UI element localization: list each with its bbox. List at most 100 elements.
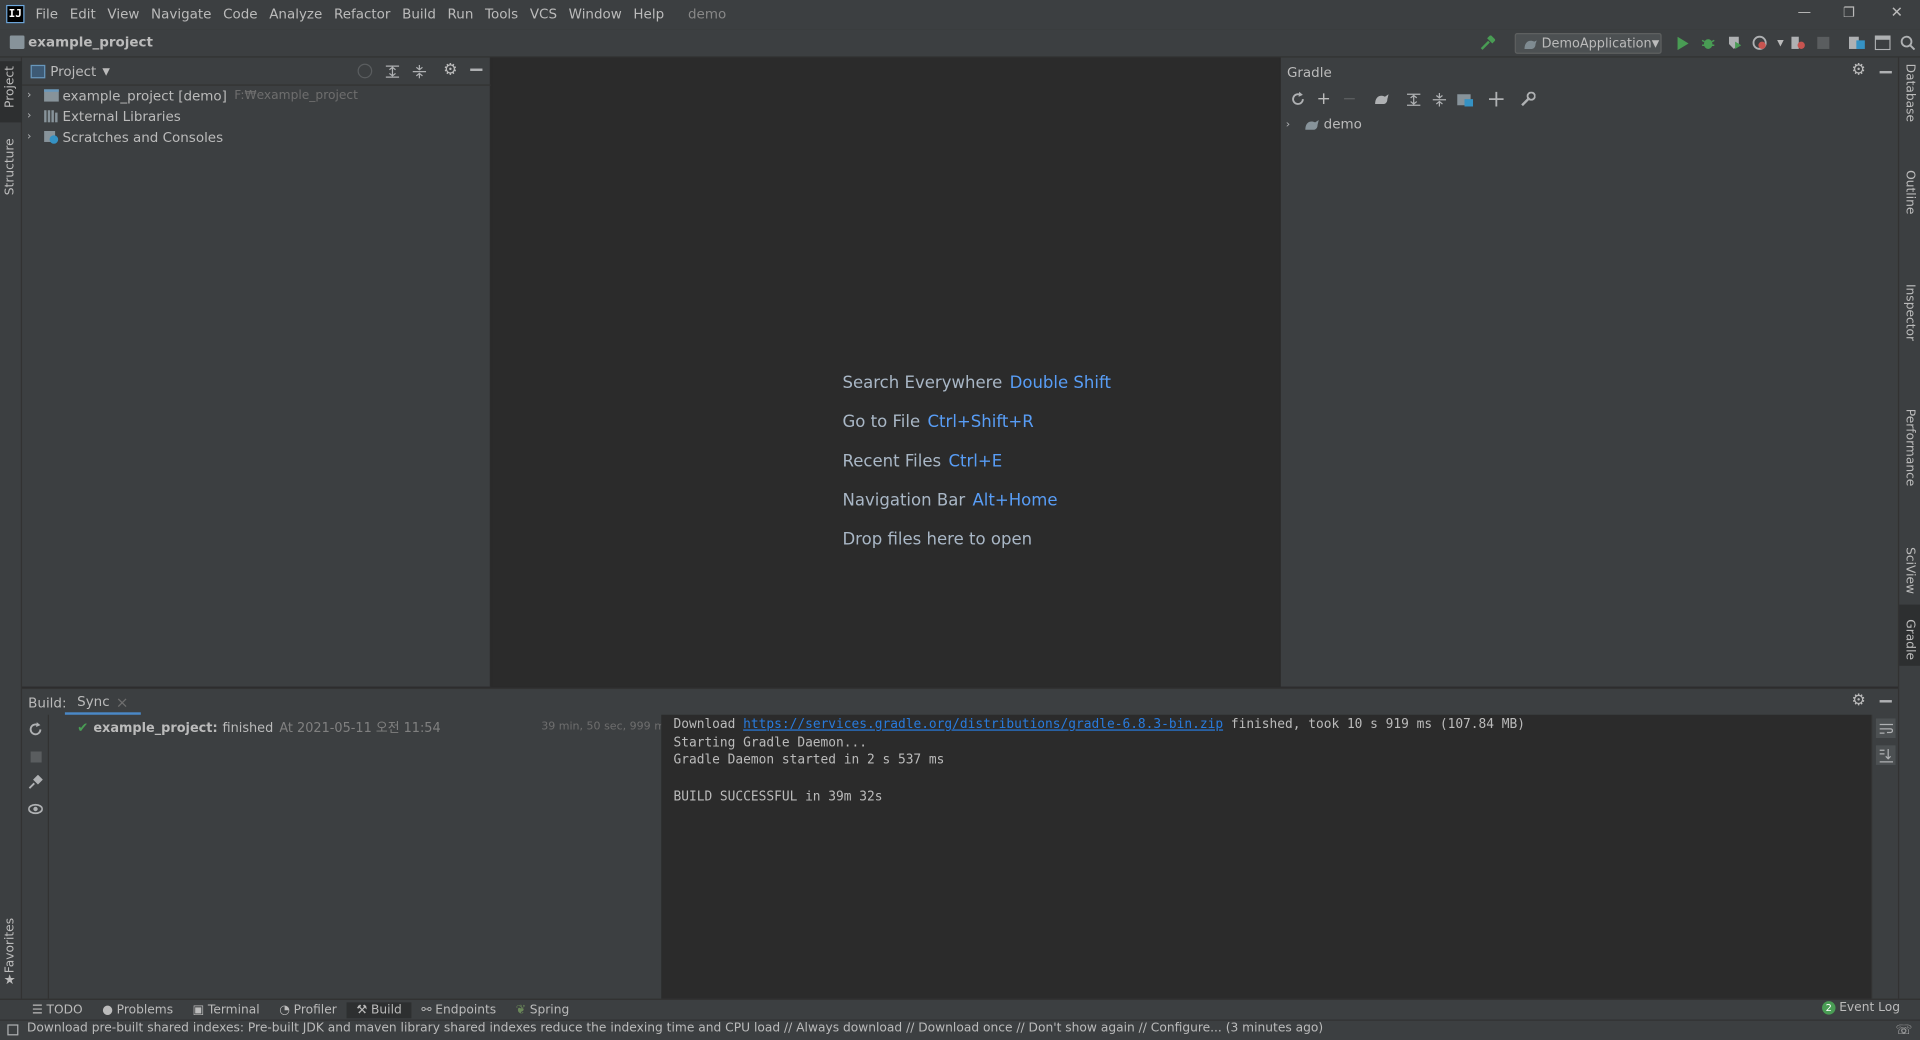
tree-item-scratches[interactable]: › Scratches and Consoles xyxy=(27,127,223,147)
expand-all-icon[interactable] xyxy=(384,64,399,79)
star-icon: ★ xyxy=(3,971,16,988)
hide-panel-icon[interactable] xyxy=(1879,70,1892,73)
chevron-right-icon[interactable]: › xyxy=(27,131,44,143)
locate-icon[interactable] xyxy=(357,63,373,79)
build-result-time: At 2021-05-11 오전 11:54 xyxy=(279,720,441,736)
menu-help[interactable]: Help xyxy=(633,6,664,22)
menu-code[interactable]: Code xyxy=(223,6,257,22)
notifications-icon[interactable]: ☏ xyxy=(1896,1022,1913,1038)
tool-tab-terminal[interactable]: ▣ Terminal xyxy=(193,1003,260,1016)
tool-tab-spring[interactable]: ❦ Spring xyxy=(516,1003,569,1016)
gear-icon[interactable]: ⚙ xyxy=(1851,61,1865,79)
close-window-button[interactable]: ✕ xyxy=(1891,4,1903,21)
run-config-select[interactable]: DemoApplication ▼ xyxy=(1514,33,1662,54)
tool-tab-todo[interactable]: ☰ TODO xyxy=(32,1003,83,1016)
tab-sync[interactable]: Sync × xyxy=(64,692,141,715)
expand-all-icon[interactable] xyxy=(1403,91,1423,108)
run-icon[interactable] xyxy=(1673,33,1693,53)
restore-button[interactable]: ❐ xyxy=(1843,5,1855,21)
chevron-right-icon[interactable]: › xyxy=(1286,118,1303,130)
profile-icon[interactable] xyxy=(1750,33,1770,53)
project-view-selector[interactable]: Project ▼ xyxy=(30,64,110,80)
chevron-right-icon[interactable]: › xyxy=(27,110,44,122)
stripe-structure-button[interactable]: Structure xyxy=(0,133,22,200)
menu-tools[interactable]: Tools xyxy=(485,6,518,22)
eye-icon[interactable] xyxy=(28,802,43,817)
status-message[interactable]: Download pre-built shared indexes: Pre-b… xyxy=(27,1022,1323,1035)
navigation-bar: example_project DemoApplication ▼ ▼ xyxy=(0,29,1920,58)
menu-bar: IJ File Edit View Navigate Code Analyze … xyxy=(0,0,1920,30)
collapse-all-icon[interactable] xyxy=(1429,91,1449,108)
wrench-icon[interactable] xyxy=(1518,91,1538,108)
stripe-gradle-button[interactable]: Gradle xyxy=(1899,604,1920,666)
gradle-download-link[interactable]: https://services.gradle.org/distribution… xyxy=(743,717,1223,732)
menu-window[interactable]: Window xyxy=(569,6,622,22)
hint-label: Recent Files xyxy=(842,451,942,472)
menu-vcs[interactable]: VCS xyxy=(530,6,557,22)
menu-file[interactable]: File xyxy=(36,6,59,22)
menu-refactor[interactable]: Refactor xyxy=(334,6,391,22)
event-log-label: Event Log xyxy=(1839,1001,1901,1015)
stripe-project-button[interactable]: Project xyxy=(0,61,23,123)
coverage-icon[interactable] xyxy=(1724,33,1744,53)
project-folder-icon[interactable] xyxy=(1455,91,1475,108)
stripe-flutter-performance-button[interactable]: Flutter Performance xyxy=(1899,394,1920,523)
reload-icon[interactable] xyxy=(1288,91,1308,108)
list-icon: ☰ xyxy=(31,1002,43,1017)
debug-icon[interactable] xyxy=(1698,33,1718,53)
stripe-flutter-outline-button[interactable]: Flutter Outline xyxy=(1899,155,1920,253)
tool-tab-label: TODO xyxy=(46,1002,83,1017)
stop-icon[interactable] xyxy=(30,751,42,763)
stop-icon[interactable] xyxy=(1813,33,1833,53)
close-tab-icon[interactable]: × xyxy=(116,693,129,711)
soft-wrap-icon[interactable] xyxy=(1875,718,1896,739)
tool-tab-build[interactable]: ⚒ Build xyxy=(346,1001,412,1018)
bottom-tool-tabs: ☰ TODO ● Problems ▣ Terminal ◔ Profiler ⚒ Bui… xyxy=(0,998,1920,1020)
minimize-button[interactable]: — xyxy=(1798,4,1811,20)
menu-run[interactable]: Run xyxy=(448,6,474,22)
stripe-favorites-button[interactable]: Favorites ★ xyxy=(0,918,22,989)
gradle-tree-demo[interactable]: › demo xyxy=(1286,116,1362,132)
reload-icon[interactable] xyxy=(28,722,43,737)
search-icon[interactable] xyxy=(1898,33,1918,53)
hide-panel-icon[interactable] xyxy=(1879,700,1892,702)
layout-icon[interactable] xyxy=(1872,33,1892,53)
tree-item-example-project[interactable]: › example_project [demo] F:₩example_proj… xyxy=(27,86,358,106)
menu-edit[interactable]: Edit xyxy=(70,6,96,22)
gear-icon[interactable]: ⚙ xyxy=(443,61,457,79)
gear-icon[interactable]: ⚙ xyxy=(1851,692,1865,710)
breadcrumb[interactable]: example_project xyxy=(9,34,153,50)
tree-item-external-libraries[interactable]: › External Libraries xyxy=(27,106,181,126)
execute-task-icon[interactable] xyxy=(1371,91,1391,108)
collapse-all-icon[interactable] xyxy=(411,64,426,79)
window-project-name: demo xyxy=(687,6,727,23)
hide-panel-icon[interactable] xyxy=(470,68,483,71)
tool-tab-profiler[interactable]: ◔ Profiler xyxy=(279,1003,336,1016)
stripe-sciview-button[interactable]: SciView xyxy=(1899,535,1920,596)
menu-analyze[interactable]: Analyze xyxy=(269,6,322,22)
menu-build[interactable]: Build xyxy=(402,6,436,22)
menu-navigate[interactable]: Navigate xyxy=(151,6,211,22)
build-console-output[interactable]: Download https://services.gradle.org/dis… xyxy=(661,714,1872,1000)
chevron-down-icon[interactable]: ▼ xyxy=(1776,38,1786,48)
tool-tab-problems[interactable]: ● Problems xyxy=(102,1003,173,1016)
chevron-right-icon[interactable]: › xyxy=(27,89,44,101)
stripe-database-button[interactable]: Database xyxy=(1899,64,1920,137)
pin-icon[interactable] xyxy=(28,774,43,790)
status-toggle-icon[interactable] xyxy=(7,1024,19,1036)
build-result-project: example_project: xyxy=(93,720,218,735)
run-toolbar: ▼ xyxy=(1673,33,1920,53)
stripe-flutter-inspector-button[interactable]: Flutter Inspector xyxy=(1899,269,1920,379)
attach-debugger-icon[interactable] xyxy=(1788,33,1808,53)
add-icon[interactable]: + xyxy=(1314,89,1334,109)
toggle-offline-icon[interactable] xyxy=(1487,91,1507,108)
build-result-row[interactable]: ✔ example_project: finished At 2021-05-1… xyxy=(77,718,441,736)
scroll-to-end-icon[interactable] xyxy=(1875,745,1896,765)
event-log-button[interactable]: 2 Event Log xyxy=(1822,1001,1901,1015)
tree-item-label: example_project [demo] xyxy=(62,87,227,104)
tool-tab-endpoints[interactable]: ⚯ Endpoints xyxy=(421,1003,496,1016)
remove-icon[interactable]: − xyxy=(1340,89,1360,109)
menu-view[interactable]: View xyxy=(107,6,139,22)
project-structure-icon[interactable] xyxy=(1847,33,1867,53)
build-hammer-icon[interactable] xyxy=(1479,33,1496,53)
